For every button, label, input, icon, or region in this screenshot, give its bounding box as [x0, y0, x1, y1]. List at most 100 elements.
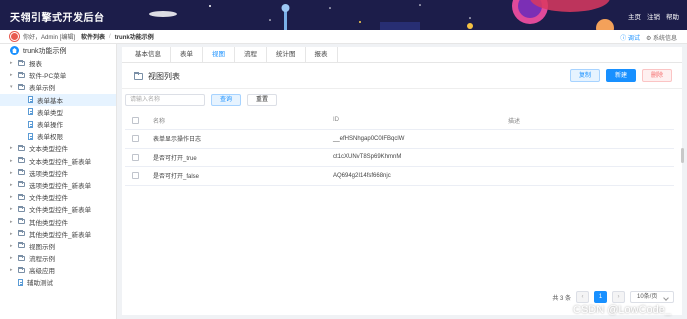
- caret-right-icon[interactable]: ▸: [10, 60, 18, 66]
- cell-name[interactable]: 是否可打开_false: [153, 166, 333, 186]
- watermark: CSDN @LowCode_: [573, 304, 671, 316]
- sidebar-item[interactable]: ▾ 表单示例: [0, 81, 116, 93]
- tab-view[interactable]: 视图: [203, 47, 235, 62]
- reset-button[interactable]: 重置: [247, 94, 278, 106]
- tab-basic-info[interactable]: 基本信息: [126, 47, 171, 62]
- sidebar-item[interactable]: 表单基本: [0, 93, 116, 106]
- sidebar-item-label: 文件类型控件: [29, 195, 68, 203]
- sidebar-item-label: 文本类型控件_新表单: [29, 158, 92, 166]
- sidebar-item[interactable]: 表单权限: [0, 130, 116, 142]
- debug-label: 调试: [627, 36, 640, 42]
- caret-right-icon[interactable]: ▸: [10, 206, 18, 212]
- sidebar-item[interactable]: ▸ 其他类型控件: [0, 215, 116, 227]
- cell-id: __efHSNhgap0C0IFBqclW: [333, 129, 508, 149]
- breadcrumb-software-list[interactable]: 软件列表: [81, 32, 105, 41]
- copy-button[interactable]: 复制: [569, 69, 600, 82]
- new-button[interactable]: 新建: [605, 69, 636, 82]
- caret-right-icon[interactable]: ▸: [10, 267, 18, 273]
- search-input[interactable]: 请输入名称: [125, 94, 205, 106]
- caret-right-icon[interactable]: ▸: [10, 145, 18, 151]
- caret-right-icon[interactable]: ▸: [10, 182, 18, 188]
- total-count: 共 3 条: [552, 295, 571, 302]
- tab-chart[interactable]: 统计图: [267, 47, 306, 62]
- delete-button[interactable]: 删除: [641, 69, 672, 82]
- document-icon: [28, 132, 33, 140]
- tab-report[interactable]: 报表: [306, 47, 338, 62]
- sidebar-item[interactable]: ▸ 流程示例: [0, 252, 116, 264]
- sidebar-item-label: 其他类型控件: [29, 219, 68, 227]
- folder-icon: [18, 254, 25, 261]
- sidebar-item-label: 表单基本: [37, 97, 63, 105]
- prev-page-button[interactable]: ‹: [576, 291, 589, 303]
- sidebar-item-label: 其他类型控件_新表单: [29, 231, 92, 239]
- nav-home[interactable]: 主页: [628, 11, 641, 21]
- system-info-link[interactable]: ⚙ 系统信息: [646, 33, 677, 42]
- sidebar-item[interactable]: ▸ 文件类型控件: [0, 191, 116, 203]
- table-row[interactable]: 是否可打开_true ct1cXUNvT8Sp69KhmnM: [125, 148, 674, 167]
- caret-right-icon[interactable]: ▸: [10, 243, 18, 249]
- caret-right-icon[interactable]: ▸: [10, 72, 18, 78]
- nav-logout[interactable]: 注销: [647, 11, 660, 21]
- caret-right-icon[interactable]: ▸: [10, 170, 18, 176]
- sidebar-item[interactable]: 表单操作: [0, 118, 116, 130]
- page-1-button[interactable]: 1: [594, 291, 607, 303]
- folder-icon: [18, 144, 25, 151]
- row-checkbox[interactable]: [132, 153, 139, 161]
- sidebar-item-label: 报表: [29, 61, 42, 69]
- col-id: ID: [333, 111, 508, 130]
- top-nav: 主页 注销 帮助: [628, 11, 679, 21]
- top-header: 天翎引擎式开发后台 主页 注销 帮助: [0, 0, 687, 30]
- sidebar-item[interactable]: 表单类型: [0, 106, 116, 118]
- row-checkbox[interactable]: [132, 172, 139, 180]
- sidebar-item[interactable]: ▸ 报表: [0, 57, 116, 69]
- folder-icon: [18, 181, 25, 188]
- sidebar-item[interactable]: ▸ 文件类型控件_新表单: [0, 203, 116, 215]
- sidebar-item-label: 表单示例: [29, 85, 55, 93]
- sidebar-item[interactable]: ▸ 选项类型控件: [0, 167, 116, 179]
- tab-flow[interactable]: 流程: [235, 47, 267, 62]
- caret-down-icon[interactable]: ▾: [10, 84, 18, 90]
- sidebar-item-label: 文件类型控件_新表单: [29, 207, 92, 215]
- panel-actions: 复制 新建 删除: [569, 69, 672, 82]
- folder-icon: [134, 72, 143, 80]
- nav-help[interactable]: 帮助: [666, 11, 679, 21]
- caret-right-icon[interactable]: ▸: [10, 219, 18, 225]
- table-row[interactable]: 是否可打开_false AQ694g2I14fsf668njc: [125, 166, 674, 186]
- brand-title: 天翎引擎式开发后台: [10, 13, 105, 24]
- sidebar-item[interactable]: ▸ 视图示例: [0, 240, 116, 252]
- subbar-actions: ⓘ 调试 ⚙ 系统信息: [620, 33, 677, 42]
- query-button[interactable]: 查询: [211, 94, 242, 106]
- debug-link[interactable]: ⓘ 调试: [620, 33, 640, 42]
- sidebar-item[interactable]: ▸ 选项类型控件_新表单: [0, 179, 116, 191]
- sidebar-tree: trunk功能示例 ▸ 报表 ▸ 软件-PC菜单 ▾ 表单示例 表单基本 表单类型 表单操作 表单…: [0, 44, 117, 319]
- breadcrumb-bar: 你好，Admin [编辑] 软件列表 / trunk功能示例 ⓘ 调试 ⚙ 系统…: [0, 30, 687, 44]
- sidebar-item[interactable]: 辅助测试: [0, 276, 116, 288]
- caret-right-icon[interactable]: ▸: [10, 158, 18, 164]
- select-all-checkbox[interactable]: [132, 116, 139, 124]
- sidebar-item[interactable]: ▸ 软件-PC菜单: [0, 69, 116, 81]
- sidebar-item[interactable]: ▸ 文本类型控件: [0, 142, 116, 154]
- greeting[interactable]: 你好，Admin [编辑]: [23, 32, 75, 41]
- next-page-button[interactable]: ›: [612, 291, 625, 303]
- scrollbar[interactable]: [681, 148, 684, 163]
- cell-name[interactable]: 是否可打开_true: [153, 148, 333, 167]
- sidebar-item[interactable]: ▸ 高级应用: [0, 264, 116, 276]
- cell-name[interactable]: 表单显示操作日志: [153, 129, 333, 149]
- panel-title: 视图列表: [134, 71, 180, 82]
- row-checkbox[interactable]: [132, 135, 139, 143]
- tree-root-label: trunk功能示例: [23, 47, 67, 55]
- page-size-select[interactable]: 10条/页: [630, 291, 674, 303]
- search-row: 请输入名称 查询 重置: [122, 89, 682, 111]
- tree-root[interactable]: trunk功能示例: [0, 44, 116, 57]
- avatar[interactable]: [10, 32, 19, 41]
- sidebar-item[interactable]: ▸ 其他类型控件_新表单: [0, 228, 116, 240]
- main-panel: 基本信息 表单 视图 流程 统计图 报表 视图列表 复制 新建 删除 请输入名称…: [122, 47, 682, 315]
- caret-right-icon[interactable]: ▸: [10, 194, 18, 200]
- caret-right-icon[interactable]: ▸: [10, 231, 18, 237]
- folder-icon: [18, 59, 25, 66]
- table-header-row: 名称 ID 描述: [125, 111, 674, 130]
- tab-form[interactable]: 表单: [171, 47, 203, 62]
- table-row[interactable]: 表单显示操作日志 __efHSNhgap0C0IFBqclW: [125, 129, 674, 149]
- sidebar-item[interactable]: ▸ 文本类型控件_新表单: [0, 155, 116, 167]
- caret-right-icon[interactable]: ▸: [10, 255, 18, 261]
